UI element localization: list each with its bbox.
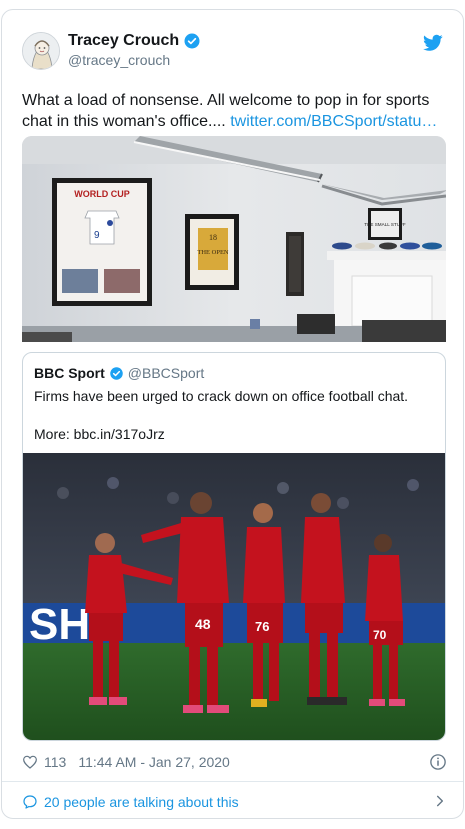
verified-icon [184,33,200,49]
chevron-right-icon[interactable] [433,794,447,808]
timestamp[interactable]: 11:44 AM - Jan 27, 2020 [78,754,230,770]
comment-bubble-icon [23,795,37,809]
like-count[interactable]: 113 [44,754,66,770]
svg-text:9: 9 [94,230,100,241]
divider [2,781,463,782]
quoted-photo[interactable]: SH 48 76 70 [23,453,445,740]
tweet-text: What a load of nonsense. All welcome to … [22,90,447,132]
quoted-author-name[interactable]: BBC Sport [34,365,105,381]
twitter-bird-icon[interactable] [423,34,443,52]
tweet-footer: 113 11:44 AM - Jan 27, 2020 [22,751,447,773]
quoted-author-handle[interactable]: @BBCSport [128,365,204,381]
shirt-number: 48 [195,616,211,632]
quoted-header: BBC Sport @BBCSport [34,365,204,381]
frame1-label: WORLD CUP [74,189,130,199]
author-name[interactable]: Tracey Crouch [68,32,201,50]
shirt-number: 70 [373,628,387,642]
heart-icon[interactable] [22,754,38,770]
sign-label: THE SMALL STUFF [364,222,406,227]
svg-text:18: 18 [209,233,217,242]
svg-text:SH: SH [29,600,90,649]
frame2-label: THE OPEN [197,249,229,256]
quoted-text: Firms have been urged to crack down on o… [34,388,409,404]
quoted-more-link[interactable]: More: bbc.in/317oJrz [34,425,165,444]
author-handle[interactable]: @tracey_crouch [68,52,170,68]
info-icon[interactable] [429,753,447,771]
quoted-tweet[interactable]: BBC Sport @BBCSport Firms have been urge… [22,352,446,741]
talking-about-link[interactable]: 20 people are talking about this [22,790,447,814]
tweet-card: Tracey Crouch @tracey_crouch What a load… [1,9,464,819]
verified-icon [110,366,123,380]
tweet-link[interactable]: twitter.com/BBCSport/statu… [230,113,437,130]
avatar[interactable] [22,32,60,70]
talking-label[interactable]: 20 people are talking about this [44,794,239,810]
office-photo[interactable]: WORLD CUP 9 THE OPEN 18 THE SMALL STUFF [22,136,446,342]
shirt-number: 76 [255,619,269,634]
author-name-text[interactable]: Tracey Crouch [68,32,179,50]
